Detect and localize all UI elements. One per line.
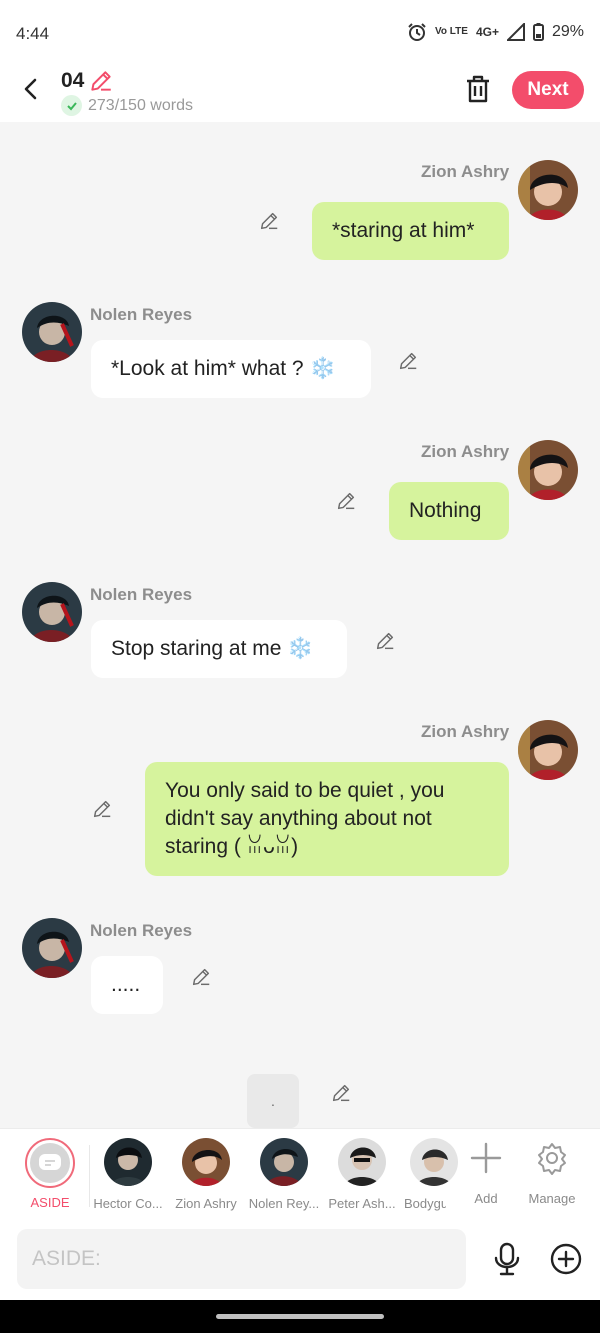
- mic-icon[interactable]: [492, 1242, 522, 1276]
- message-bubble[interactable]: Stop staring at me ❄️: [91, 620, 347, 678]
- character-label: ASIDE: [30, 1195, 70, 1210]
- sender-name: Nolen Reyes: [90, 921, 193, 940]
- sender-name: Zion Ashry: [421, 442, 510, 461]
- manage-label: Manage: [528, 1191, 576, 1206]
- message-text: *Look at him* what ? ❄️: [111, 357, 336, 380]
- message-text: Stop staring at me ❄️: [111, 637, 314, 660]
- edit-pencil-icon[interactable]: [190, 966, 212, 988]
- edit-pencil-icon[interactable]: [397, 350, 419, 372]
- network-type: 4G+: [475, 25, 499, 39]
- character-bar: ASIDE Hector Co... Zion Ashry Nolen Rey.…: [0, 1128, 600, 1220]
- sender-name: Nolen Reyes: [90, 305, 193, 324]
- battery-level: 29%: [551, 23, 584, 40]
- sender-name: Nolen Reyes: [90, 585, 193, 604]
- volte-indicator: Vo LTE: [434, 26, 468, 37]
- alarm-icon: [408, 23, 426, 41]
- input-bar: [0, 1220, 600, 1300]
- message-bubble[interactable]: .....: [91, 956, 163, 1014]
- battery-icon: [532, 23, 544, 41]
- character-label: Nolen Rey...: [248, 1196, 320, 1211]
- gear-icon: [538, 1143, 566, 1175]
- avatar[interactable]: [22, 918, 82, 978]
- message-text: Nothing: [409, 499, 482, 522]
- chapter-title-wrap[interactable]: 04: [61, 68, 114, 94]
- character-zion[interactable]: Zion Ashry: [166, 1138, 246, 1211]
- system-nav-bar: [0, 1300, 600, 1333]
- edit-pencil-icon[interactable]: [335, 490, 357, 512]
- character-label: Hector Co...: [93, 1196, 163, 1211]
- status-time: 4:44: [16, 24, 50, 43]
- chapter-title: 04: [61, 69, 85, 92]
- message-bubble[interactable]: *Look at him* what ? ❄️: [91, 340, 371, 398]
- avatar: [260, 1138, 308, 1186]
- edit-pencil-icon[interactable]: [330, 1082, 352, 1104]
- message-input[interactable]: [17, 1229, 466, 1289]
- next-button[interactable]: Next: [512, 71, 584, 109]
- trash-icon[interactable]: [463, 73, 493, 105]
- message-text: .....: [111, 973, 141, 996]
- sender-name: Zion Ashry: [421, 162, 510, 181]
- avatar[interactable]: [518, 720, 578, 780]
- draft-bubble[interactable]: .: [247, 1074, 299, 1128]
- signal-icon: [506, 23, 525, 41]
- character-nolen[interactable]: Nolen Rey...: [244, 1138, 324, 1211]
- word-count-text: 273/150 words: [88, 96, 193, 114]
- message-bubble[interactable]: Nothing: [389, 482, 509, 540]
- edit-pencil-icon[interactable]: [91, 798, 113, 820]
- avatar[interactable]: [22, 582, 82, 642]
- avatar: [104, 1138, 152, 1186]
- message-bubble[interactable]: You only said to be quiet , you didn't s…: [145, 762, 509, 876]
- message-text: *staring at him*: [332, 219, 475, 242]
- character-aside[interactable]: ASIDE: [10, 1138, 90, 1210]
- chat-bubble-icon: [39, 1154, 61, 1170]
- avatar: [182, 1138, 230, 1186]
- edit-pencil-icon[interactable]: [374, 630, 396, 652]
- back-arrow-icon[interactable]: [18, 72, 44, 106]
- plus-circle-icon[interactable]: [549, 1242, 583, 1276]
- character-hector[interactable]: Hector Co...: [88, 1138, 168, 1211]
- avatar[interactable]: [518, 160, 578, 220]
- add-icon: [470, 1142, 502, 1174]
- character-label: Bodygu: [404, 1196, 446, 1211]
- chat-area: Zion Ashry *staring at him* Nolen Reyes …: [0, 122, 600, 1128]
- manage-button[interactable]: Manage: [512, 1138, 592, 1206]
- edit-pencil-icon: [91, 71, 112, 91]
- sender-name: Zion Ashry: [421, 722, 510, 741]
- message-text: You only said to be quiet , you didn't s…: [165, 779, 445, 858]
- check-icon: [61, 95, 82, 116]
- message-bubble[interactable]: *staring at him*: [312, 202, 509, 260]
- status-bar: 4:44 Vo LTE 4G+ 29%: [0, 0, 600, 62]
- avatar[interactable]: [518, 440, 578, 500]
- avatar: [338, 1138, 386, 1186]
- home-gesture-pill[interactable]: [216, 1314, 384, 1319]
- draft-text: .: [271, 1093, 275, 1109]
- editor-header: 04 273/150 words Next: [0, 62, 600, 122]
- avatar[interactable]: [22, 302, 82, 362]
- edit-pencil-icon[interactable]: [258, 210, 280, 232]
- word-count: 273/150 words: [61, 95, 193, 116]
- aside-avatar: [25, 1138, 75, 1188]
- character-label: Zion Ashry: [175, 1196, 237, 1211]
